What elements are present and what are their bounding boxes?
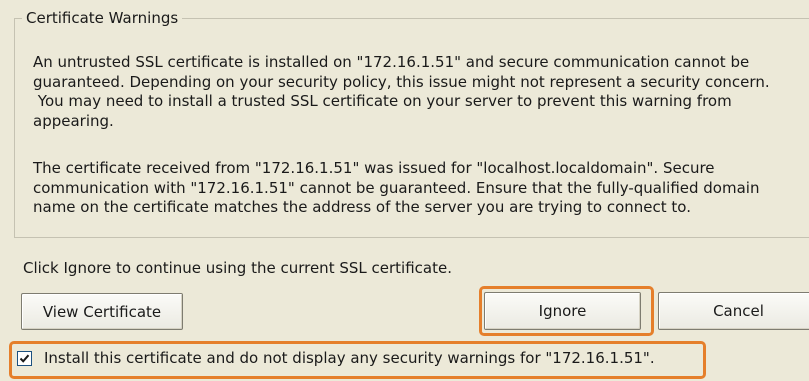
warning-paragraph-untrusted: An untrusted SSL certificate is installe…	[33, 53, 809, 131]
warning-line: You may need to install a trusted SSL ce…	[33, 92, 732, 110]
checkmark-icon	[19, 354, 30, 363]
warning-paragraph-mismatch: The certificate received from "172.16.1.…	[33, 159, 809, 218]
view-certificate-button[interactable]: View Certificate	[21, 293, 183, 330]
warning-line: The certificate received from "172.16.1.…	[33, 159, 715, 177]
warning-line: guaranteed. Depending on your security p…	[33, 72, 770, 91]
install-certificate-label[interactable]: Install this certificate and do not disp…	[44, 348, 655, 368]
warning-line: communication with "172.16.1.51" cannot …	[33, 178, 760, 197]
warning-line: An untrusted SSL certificate is installe…	[33, 53, 750, 71]
group-legend: Certificate Warnings	[22, 8, 183, 28]
warning-line: name on the certificate matches the addr…	[33, 198, 691, 216]
certificate-warning-dialog: Certificate Warnings An untrusted SSL ce…	[0, 0, 809, 381]
install-certificate-checkbox[interactable]	[17, 351, 32, 366]
ignore-button[interactable]: Ignore	[484, 292, 641, 330]
ignore-hint-text: Click Ignore to continue using the curre…	[23, 259, 452, 277]
cancel-button[interactable]: Cancel	[658, 292, 809, 330]
warning-line: appearing.	[33, 111, 114, 130]
